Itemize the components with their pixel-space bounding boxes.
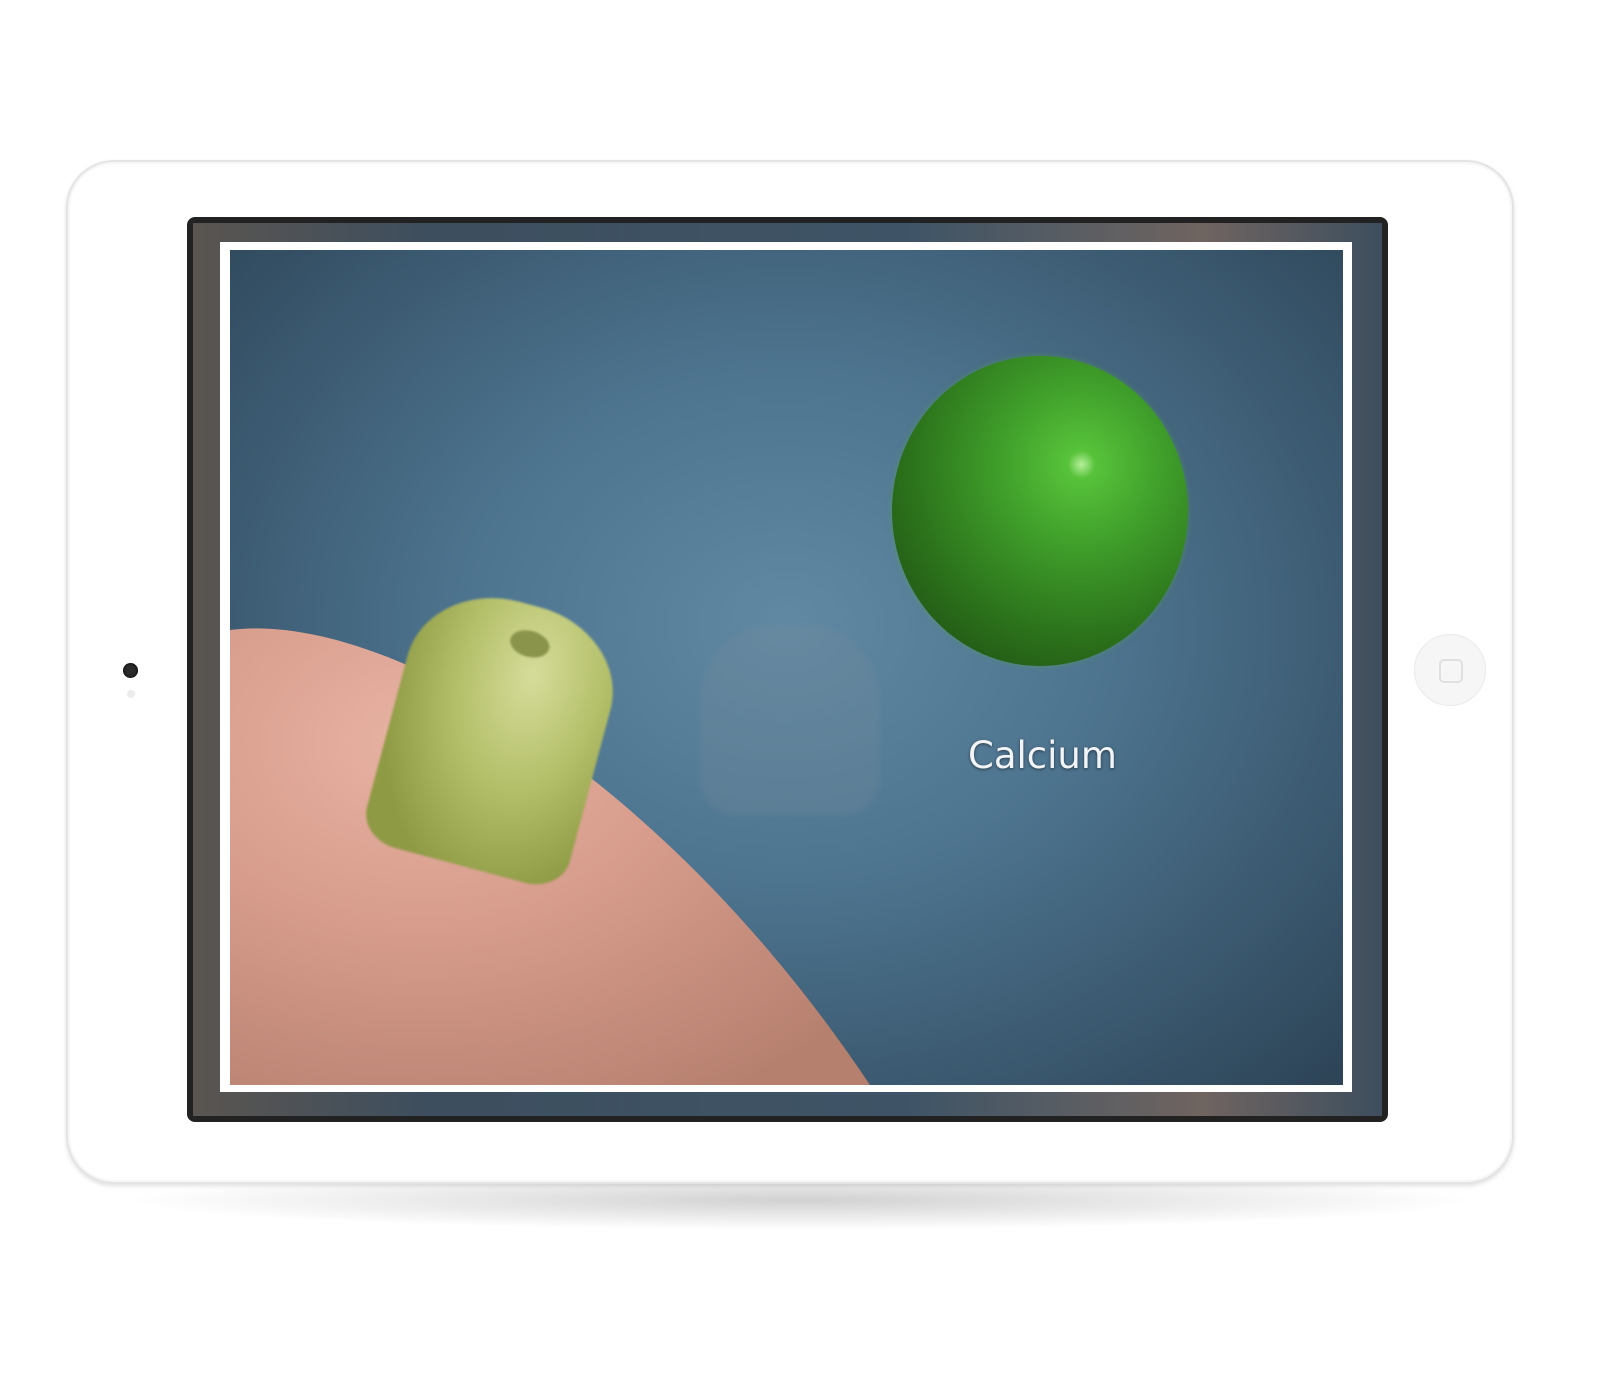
camera-icon [123, 663, 138, 678]
illustration-scene: Calcium [230, 250, 1343, 1085]
image-frame: Calcium [220, 242, 1352, 1092]
channel-pore [507, 626, 553, 662]
calcium-sphere [892, 356, 1188, 666]
calcium-label: Calcium [968, 734, 1117, 777]
faded-channel [700, 625, 880, 815]
tablet-screen: Calcium [187, 217, 1388, 1122]
light-sensor-icon [127, 690, 135, 698]
home-button[interactable] [1414, 634, 1486, 706]
home-button-icon [1439, 659, 1463, 683]
